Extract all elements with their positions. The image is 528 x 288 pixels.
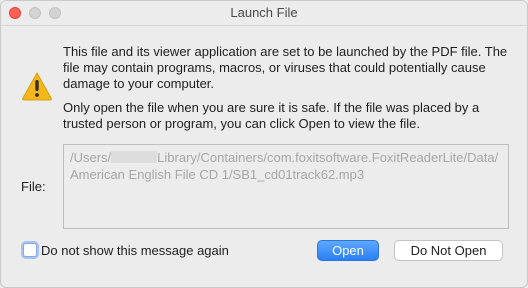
warning-triangle-icon xyxy=(21,71,53,101)
window-title: Launch File xyxy=(230,5,298,20)
do-not-show-label[interactable]: Do not show this message again xyxy=(41,243,229,258)
open-button[interactable]: Open xyxy=(317,240,379,261)
redacted-username xyxy=(111,151,158,163)
file-path-field[interactable]: /Users/Library/Containers/com.foxitsoftw… xyxy=(63,144,509,229)
title-bar: Launch File xyxy=(1,1,527,26)
safety-message: Only open the file when you are sure it … xyxy=(63,100,480,131)
do-not-show-checkbox[interactable] xyxy=(23,243,37,257)
file-label: File: xyxy=(21,179,46,194)
file-path-prefix: /Users/ xyxy=(70,150,112,165)
do-not-open-button[interactable]: Do Not Open xyxy=(394,240,503,261)
launch-file-dialog: Launch File This file and its viewer app… xyxy=(0,0,528,288)
warning-message: This file and its viewer application are… xyxy=(63,44,508,91)
